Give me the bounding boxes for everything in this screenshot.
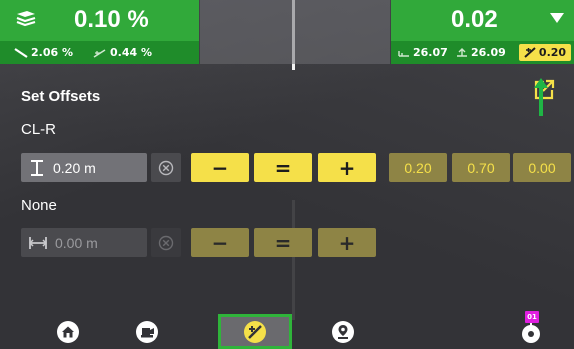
preset-button-1[interactable]: 0.20 <box>389 153 447 182</box>
target-left: 26.07 <box>398 46 448 59</box>
target-right-value: 26.09 <box>471 46 506 59</box>
target-right-icon <box>457 47 467 57</box>
nav-offsets[interactable] <box>218 314 292 349</box>
cross-slope-icon <box>14 47 28 58</box>
panel-title: Set Offsets <box>21 88 101 105</box>
horizontal-offset-value: 0.00 m <box>55 234 98 251</box>
cross-slope: 2.06 % <box>14 46 73 59</box>
home-icon <box>57 320 79 343</box>
top-status-bar: 0.10 % 2.06 % 0.44 % 0.02 26.07 26.09 0.… <box>0 0 574 64</box>
nav-machine[interactable] <box>110 314 184 349</box>
notification-badge: 01 <box>525 311 539 323</box>
bottom-navigation <box>0 314 574 349</box>
slope-value: 0.10 % <box>74 6 149 33</box>
horizontal-offset-icon <box>29 236 47 249</box>
nav-home[interactable] <box>31 314 105 349</box>
target-right: 26.09 <box>456 46 506 59</box>
vertical-decrement-button[interactable]: − <box>191 153 249 182</box>
map-pin-icon <box>332 320 354 343</box>
offset-chip-icon <box>524 47 536 58</box>
center-status-panel <box>200 0 390 64</box>
target-left-value: 26.07 <box>413 46 448 59</box>
preset-button-3[interactable]: 0.00 <box>513 153 571 182</box>
horizontal-reset-button[interactable]: = <box>254 228 312 257</box>
offset-icon <box>244 320 266 343</box>
layers-slope-icon <box>16 11 36 27</box>
gps-device-icon <box>522 321 540 343</box>
dropdown-triangle-icon[interactable] <box>549 12 565 24</box>
elevation-value: 0.02 <box>451 6 498 33</box>
vertical-offset-value: 0.20 m <box>53 159 96 176</box>
slope-sub-row: 2.06 % 0.44 % <box>0 41 199 64</box>
target-left-icon <box>398 50 409 57</box>
vertical-reset-button[interactable]: = <box>254 153 312 182</box>
horizontal-offset-label: None <box>21 197 57 214</box>
clear-vertical-button[interactable] <box>151 153 181 182</box>
secondary-slope-value: 0.44 % <box>110 46 152 59</box>
clear-circle-icon <box>158 160 174 175</box>
slope-panel[interactable]: 0.10 % 2.06 % 0.44 % <box>0 0 199 64</box>
up-arrow-marker-icon <box>534 78 548 116</box>
offsets-panel: Set Offsets CL-R 0.20 m − = + 0.20 0.70 … <box>0 64 574 314</box>
vertical-offset-field[interactable]: 0.20 m <box>21 153 147 182</box>
preset-button-2[interactable]: 0.70 <box>452 153 510 182</box>
vertical-increment-button[interactable]: + <box>318 153 376 182</box>
horizontal-decrement-button[interactable]: − <box>191 228 249 257</box>
elevation-sub-row: 26.07 26.09 0.20 <box>391 41 574 64</box>
secondary-slope-icon <box>93 48 106 58</box>
offset-chip[interactable]: 0.20 <box>519 44 571 61</box>
horizontal-increment-button[interactable]: + <box>318 228 376 257</box>
clear-horizontal-button[interactable] <box>151 228 181 257</box>
cross-slope-value: 2.06 % <box>31 46 73 59</box>
clear-circle-icon <box>158 235 174 250</box>
vertical-offset-label: CL-R <box>21 121 57 138</box>
vertical-offset-icon <box>31 159 43 176</box>
machine-icon <box>136 320 158 343</box>
nav-location[interactable] <box>306 314 380 349</box>
secondary-slope: 0.44 % <box>93 46 152 59</box>
elevation-panel[interactable]: 0.02 26.07 26.09 0.20 <box>391 0 574 64</box>
offset-chip-value: 0.20 <box>538 46 567 59</box>
horizontal-offset-field[interactable]: 0.00 m <box>21 228 147 257</box>
